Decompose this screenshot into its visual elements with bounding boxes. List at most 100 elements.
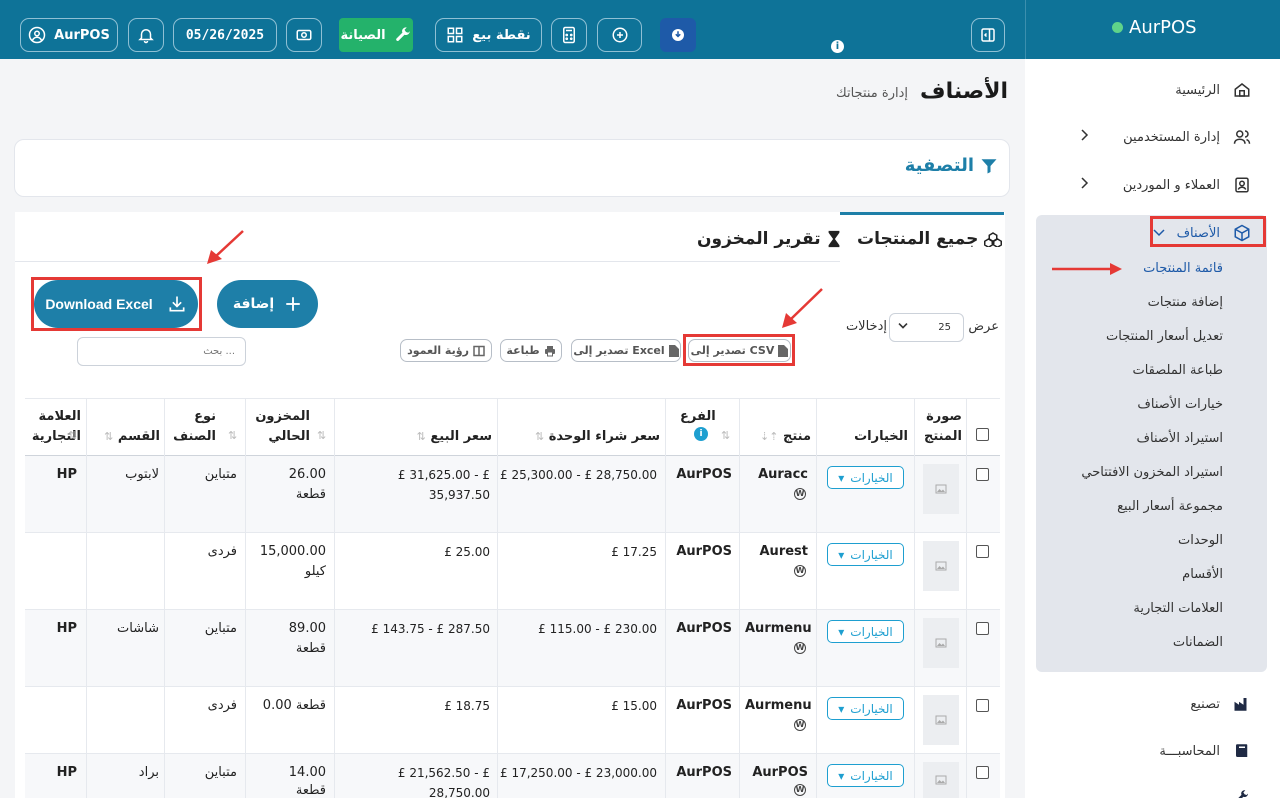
sidebar-item-label: المحاسبـــة	[1159, 743, 1220, 759]
column-visibility-button[interactable]: رؤية العمود	[400, 339, 492, 362]
tab-label: جميع المنتجات	[857, 229, 979, 249]
submenu-item-print-labels[interactable]: طباعة الملصقات	[1132, 363, 1223, 378]
submenu-item-units[interactable]: الوحدات	[1178, 533, 1223, 548]
column-header-label: القسم	[117, 429, 160, 444]
product-image-placeholder[interactable]	[923, 762, 959, 798]
type-cell: متباين	[204, 765, 237, 780]
filter-panel[interactable]	[14, 139, 1010, 197]
home-icon	[1232, 80, 1252, 100]
sidebar-item-label: العملاء و الموردين	[1122, 177, 1220, 193]
user-menu-button[interactable]: AurPOS	[20, 18, 118, 52]
file-excel-icon	[668, 344, 679, 357]
brand-logo[interactable]: AurPOS	[1112, 17, 1197, 38]
info-icon[interactable]: i	[831, 40, 844, 53]
print-button[interactable]: طباعة	[500, 339, 562, 362]
column-header-stock[interactable]: المخزون الحالي	[250, 407, 310, 447]
tab-all-products[interactable]: جميع المنتجات	[857, 229, 1003, 249]
sidebar-item-accounting[interactable]: المحاسبـــة	[1159, 741, 1252, 761]
branch-cell: AurPOS	[676, 765, 732, 780]
submenu-item-warranties[interactable]: الضمانات	[1173, 635, 1223, 650]
row-checkbox[interactable]	[976, 545, 989, 558]
column-divider	[164, 398, 165, 798]
submenu-item-edit-prices[interactable]: تعديل أسعار المنتجات	[1106, 329, 1223, 344]
options-label: الخيارات	[850, 701, 893, 716]
column-header-selling-price[interactable]: ⇅ سعر البيع	[342, 427, 492, 447]
sidebar-item-manufacturing[interactable]: تصنيع	[1190, 694, 1252, 714]
sort-icon: ⇅	[68, 429, 78, 442]
row-options-button[interactable]: ▾ الخيارات	[827, 620, 904, 643]
column-header-branch[interactable]: الفرع	[680, 407, 716, 427]
export-excel-button[interactable]: تصدير إلى Excel	[571, 339, 681, 362]
column-header-purchase-price[interactable]: ⇅ سعر شراء الوحدة	[505, 427, 660, 447]
submenu-item-variations[interactable]: خيارات الأصناف	[1137, 397, 1223, 412]
column-header-type[interactable]: نوع الصنف	[170, 407, 216, 447]
hourglass-icon	[828, 230, 839, 248]
row-options-button[interactable]: ▾ الخيارات	[827, 764, 904, 787]
product-image-placeholder[interactable]	[923, 541, 959, 591]
row-options-button[interactable]: ▾ الخيارات	[827, 466, 904, 489]
calculator-button[interactable]	[551, 18, 587, 52]
cash-register-button[interactable]	[286, 18, 322, 52]
submenu-item-brands[interactable]: العلامات التجارية	[1133, 601, 1223, 616]
product-name[interactable]: Aurmenu	[745, 619, 812, 639]
column-header-category[interactable]: ⇅ القسم	[92, 427, 160, 447]
row-checkbox[interactable]	[976, 622, 989, 635]
sidebar-item-maintenance-partial[interactable]	[1232, 787, 1252, 798]
column-divider	[665, 398, 666, 798]
sidebar-toggle-icon	[981, 28, 995, 42]
tab-label: تقرير المخزون	[697, 229, 821, 249]
sort-icon: ⇅	[416, 430, 426, 443]
page-size-select[interactable]: 25	[889, 313, 964, 342]
sidebar-toggle-button[interactable]	[971, 18, 1005, 52]
product-name[interactable]: Auracc	[745, 465, 808, 485]
submenu-item-product-list[interactable]: قائمة المنتجات	[1143, 261, 1223, 276]
stock-cell: 26.00	[288, 467, 326, 482]
select-all-checkbox[interactable]	[976, 428, 989, 441]
row-divider	[25, 609, 1000, 610]
add-circle-button[interactable]	[597, 18, 642, 52]
submenu-item-import-opening-stock[interactable]: استيراد المخزون الافتتاحي	[1081, 465, 1223, 480]
pos-button[interactable]: نقطة بيع	[435, 18, 542, 52]
sidebar-item-contacts[interactable]: العملاء و الموردين	[1079, 175, 1252, 195]
row-options-button[interactable]: ▾ الخيارات	[827, 697, 904, 720]
product-name[interactable]: Aurest	[745, 542, 809, 562]
annotation-arrow-icon	[1052, 263, 1122, 275]
column-header-product[interactable]: ⇣⇡ منتج	[743, 427, 811, 447]
page-subtitle: إدارة منتجاتك	[836, 86, 908, 101]
chevron-down-icon: ▾	[838, 547, 845, 562]
add-product-button[interactable]: إضافة	[217, 280, 318, 328]
product-image-placeholder[interactable]	[923, 464, 959, 514]
row-checkbox[interactable]	[976, 468, 989, 481]
sidebar-item-users[interactable]: إدارة المستخدمين	[1079, 127, 1252, 147]
download-app-button[interactable]	[660, 18, 696, 52]
submenu-item-price-groups[interactable]: مجموعة أسعار البيع	[1117, 499, 1223, 514]
maintenance-button[interactable]: الصيانة	[339, 18, 413, 52]
product-name[interactable]: Aurmenu	[745, 696, 812, 716]
purchase-price-cell: £ 17,250.00 - £ 23,000.00	[500, 766, 658, 780]
submenu-item-add-products[interactable]: إضافة منتجات	[1148, 295, 1223, 310]
image-icon	[935, 715, 947, 725]
search-input[interactable]	[77, 337, 246, 366]
chevron-down-icon	[898, 322, 908, 333]
submenu-item-categories[interactable]: الأقسام	[1182, 567, 1223, 582]
product-image-placeholder[interactable]	[923, 618, 959, 668]
filter-toggle[interactable]: التصفية	[905, 155, 998, 176]
stock-unit-cell: كيلو	[304, 564, 326, 579]
submenu-item-import-products[interactable]: استيراد الأصناف	[1137, 431, 1223, 446]
row-checkbox[interactable]	[976, 766, 989, 779]
page-title: الأصناف	[920, 79, 1008, 104]
sidebar-item-home[interactable]: الرئيسية	[1175, 80, 1252, 100]
tab-stock-report[interactable]: تقرير المخزون	[697, 229, 841, 249]
date-display[interactable]: 05/26/2025	[173, 18, 277, 52]
wordpress-icon: W	[794, 642, 806, 654]
sort-icon: ⇅	[104, 430, 114, 443]
info-icon[interactable]: i	[694, 427, 708, 441]
options-label: الخيارات	[850, 547, 893, 562]
row-checkbox[interactable]	[976, 699, 989, 712]
row-options-button[interactable]: ▾ الخيارات	[827, 543, 904, 566]
column-divider	[86, 398, 87, 798]
product-image-placeholder[interactable]	[923, 695, 959, 745]
notifications-button[interactable]	[128, 18, 164, 52]
product-name[interactable]: AurPOS	[745, 763, 808, 783]
options-label: الخيارات	[850, 768, 893, 783]
